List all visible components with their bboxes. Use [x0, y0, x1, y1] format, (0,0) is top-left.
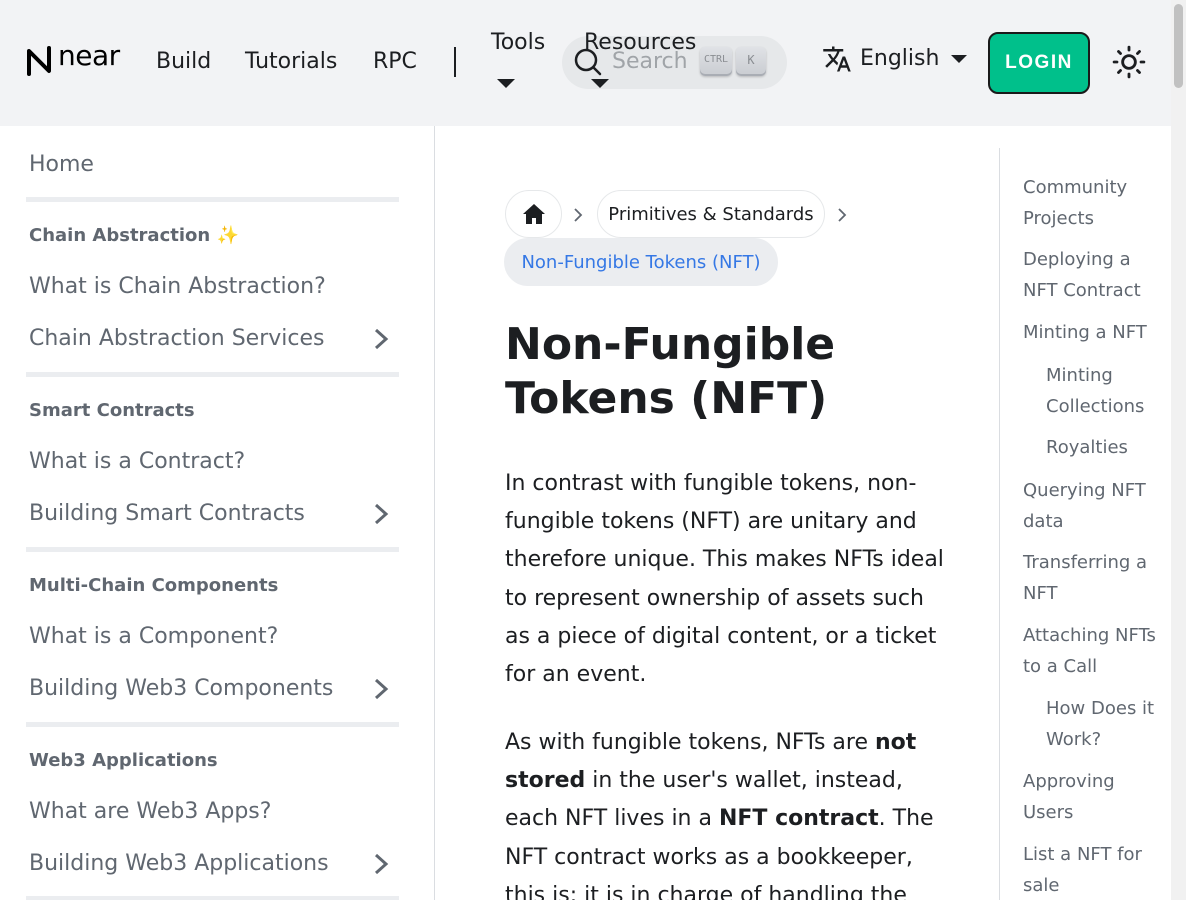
near-logo[interactable]: near	[26, 41, 120, 76]
sidebar-item-chain-abstraction-services[interactable]: Chain Abstraction Services	[29, 325, 324, 353]
near-logo-icon	[27, 46, 51, 76]
breadcrumb-primitives-standards[interactable]: Primitives & Standards	[597, 190, 825, 238]
chevron-right-icon[interactable]	[370, 501, 392, 527]
nav-link-rpc[interactable]: RPC	[373, 48, 417, 76]
chevron-right-icon	[574, 208, 583, 222]
toc-item[interactable]: Deploying a NFT Contract	[1023, 245, 1163, 306]
sidebar-item-what-are-web3-apps[interactable]: What are Web3 Apps?	[29, 798, 271, 826]
sidebar-item-home[interactable]: Home	[29, 151, 94, 179]
sun-icon[interactable]	[1112, 45, 1146, 79]
sidebar-item-what-is-chain-abstraction[interactable]: What is Chain Abstraction?	[29, 273, 326, 301]
top-navbar: near Build Tutorials RPC Tools Search CT…	[0, 0, 1171, 126]
home-icon	[523, 204, 545, 224]
page-title: Non-Fungible Tokens (NFT)	[505, 319, 836, 424]
chevron-right-icon	[838, 208, 847, 222]
login-button[interactable]: LOGIN	[988, 32, 1090, 94]
breadcrumb-label: Primitives & Standards	[608, 204, 814, 225]
sidebar-item-building-web3-applications[interactable]: Building Web3 Applications	[29, 850, 329, 878]
table-of-contents: Community Projects Deploying a NFT Contr…	[999, 148, 1171, 900]
caret-down-icon	[497, 79, 515, 88]
page-scrollbar[interactable]	[1171, 0, 1186, 900]
sidebar-category-chain-abstraction: Chain Abstraction ✨	[29, 225, 239, 246]
sidebar-item-what-is-a-component[interactable]: What is a Component?	[29, 623, 278, 651]
logo-text: near	[58, 39, 120, 72]
article-paragraph: In contrast with fungible tokens, non-fu…	[505, 471, 944, 688]
toc-item[interactable]: Querying NFT data	[1023, 476, 1163, 537]
sidebar-divider	[26, 547, 399, 552]
breadcrumb-home[interactable]	[505, 190, 562, 238]
breadcrumb-current: Non-Fungible Tokens (NFT)	[504, 238, 778, 286]
kbd-k: K	[736, 47, 766, 76]
language-selector[interactable]: English	[822, 44, 968, 74]
sidebar-category-web3-applications: Web3 Applications	[29, 750, 218, 771]
sidebar-item-building-smart-contracts[interactable]: Building Smart Contracts	[29, 500, 305, 528]
scrollbar-thumb[interactable]	[1174, 4, 1183, 88]
toc-item[interactable]: Community Projects	[1023, 173, 1163, 234]
sidebar-item-building-web3-components[interactable]: Building Web3 Components	[29, 675, 333, 703]
sidebar-divider	[26, 896, 399, 900]
caret-down-icon	[951, 55, 968, 63]
chevron-right-icon[interactable]	[370, 326, 392, 352]
translate-icon	[823, 46, 851, 72]
kbd-ctrl: CTRL	[700, 47, 732, 76]
nav-link-tutorials[interactable]: Tutorials	[245, 48, 337, 76]
toc-item[interactable]: Minting a NFT	[1023, 318, 1163, 349]
nav-dropdown-resources[interactable]: Resources	[584, 29, 696, 57]
nav-dropdown-tools[interactable]: Tools	[491, 29, 545, 57]
sidebar-item-what-is-a-contract[interactable]: What is a Contract?	[29, 448, 245, 476]
chevron-right-icon[interactable]	[370, 676, 392, 702]
chevron-right-icon[interactable]	[370, 851, 392, 877]
article-paragraph: As with fungible tokens, NFTs are not st…	[505, 724, 945, 900]
toc-subitem[interactable]: How Does it Work?	[1046, 694, 1164, 755]
docs-sidebar: Home Chain Abstraction ✨ What is Chain A…	[0, 126, 435, 900]
toc-item[interactable]: Attaching NFTs to a Call	[1023, 621, 1168, 682]
toc-item[interactable]: List a NFT for sale	[1023, 840, 1163, 900]
text-span: As with fungible tokens, NFTs are	[505, 730, 876, 755]
caret-down-icon	[591, 79, 609, 88]
sidebar-divider	[26, 372, 399, 377]
nav-separator	[454, 47, 456, 77]
toc-subitem[interactable]: Minting Collections	[1046, 361, 1164, 422]
toc-item[interactable]: Approving Users	[1023, 767, 1163, 828]
toc-item[interactable]: Transferring a NFT	[1023, 548, 1163, 609]
language-label: English	[860, 46, 940, 71]
sidebar-divider	[26, 722, 399, 727]
sidebar-category-multi-chain-components: Multi-Chain Components	[29, 575, 279, 596]
toc-subitem[interactable]: Royalties	[1046, 433, 1164, 464]
bold-text: NFT contract	[718, 806, 879, 832]
nav-link-build[interactable]: Build	[156, 48, 211, 76]
breadcrumb-label: Non-Fungible Tokens (NFT)	[521, 252, 761, 273]
sidebar-divider	[26, 197, 399, 202]
sidebar-category-smart-contracts: Smart Contracts	[29, 400, 195, 421]
